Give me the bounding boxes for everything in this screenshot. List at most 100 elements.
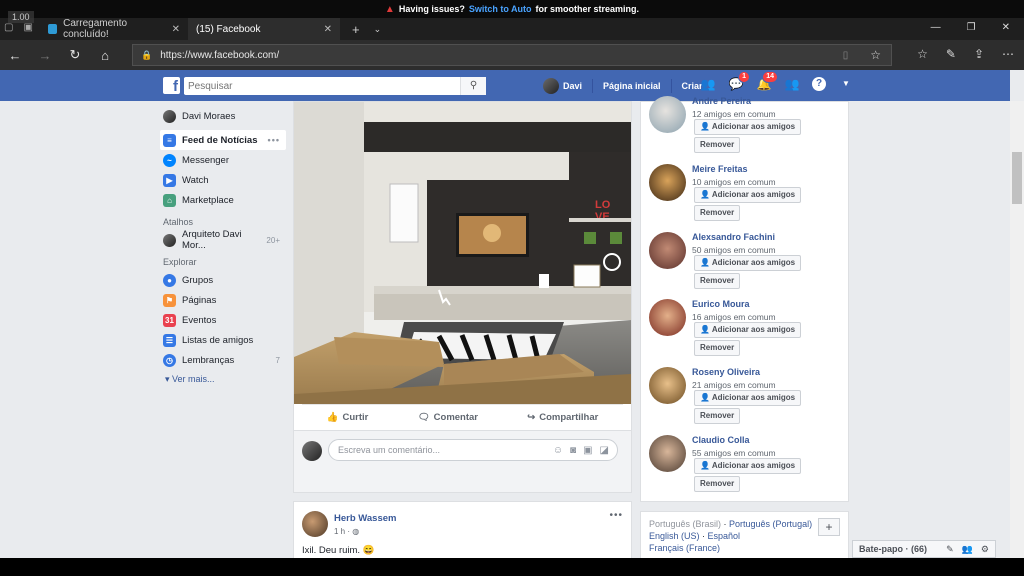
new-group-icon[interactable]: 👥: [962, 544, 973, 555]
home-icon[interactable]: ⌂: [90, 48, 120, 63]
sidebar-item-messenger[interactable]: ~ Messenger: [160, 150, 286, 170]
language-link[interactable]: Português (Portugal): [729, 519, 812, 529]
scrollbar-thumb[interactable]: [1012, 152, 1022, 204]
avatar[interactable]: [649, 232, 686, 269]
suggestion-name[interactable]: Roseny Oliveira: [692, 367, 760, 377]
refresh-icon[interactable]: ↻: [60, 47, 90, 63]
close-tab-icon[interactable]: ✕: [172, 24, 180, 35]
gif-icon[interactable]: ▣: [583, 445, 592, 456]
language-link[interactable]: English (US): [649, 531, 700, 541]
like-button[interactable]: 👍 Curtir: [327, 412, 369, 423]
browser-tab-active[interactable]: f (15) Facebook ✕: [0, 18, 340, 98]
reading-view-icon[interactable]: ▯: [843, 50, 849, 61]
add-friend-button[interactable]: 👤 Adicionar aos amigos: [694, 390, 802, 406]
add-friend-label: Adicionar aos amigos: [711, 461, 796, 470]
sidebar-item-shortcut[interactable]: Arquiteto Davi Mor... 20+: [160, 229, 286, 251]
sidebar-item-memories[interactable]: ◷ Lembranças 7: [160, 350, 286, 370]
avatar[interactable]: [543, 78, 559, 94]
add-language-button[interactable]: +: [818, 518, 840, 536]
pen-icon[interactable]: ✎: [946, 47, 956, 61]
more-options-icon[interactable]: •••: [609, 510, 623, 521]
minimize-icon[interactable]: —: [931, 22, 941, 33]
share-icon[interactable]: ⇪: [974, 47, 984, 61]
comment-input[interactable]: Escreva um comentário... ☺ ◙ ▣ ◪: [328, 439, 618, 461]
search-icon[interactable]: ⚲: [460, 77, 486, 95]
facebook-logo[interactable]: f: [163, 77, 180, 94]
remove-button[interactable]: Remover: [694, 340, 741, 356]
remove-button[interactable]: Remover: [694, 205, 741, 221]
url-field[interactable]: 🔒 https://www.facebook.com/ ▯ ☆: [132, 44, 892, 66]
notifications-icon[interactable]: 🔔 14: [756, 71, 778, 92]
switch-to-auto-link[interactable]: Switch to Auto: [469, 4, 532, 14]
remove-button[interactable]: Remover: [694, 476, 741, 492]
favorites-hub-icon[interactable]: ☆: [917, 47, 928, 61]
help-icon[interactable]: ?: [812, 77, 826, 91]
see-more-link[interactable]: ▾ Ver mais...: [160, 370, 286, 388]
page-scrollbar[interactable]: [1010, 101, 1024, 558]
add-friend-button[interactable]: 👤 Adicionar aos amigos: [694, 458, 802, 474]
remove-button[interactable]: Remover: [694, 408, 741, 424]
sidebar-item-marketplace[interactable]: ⌂ Marketplace: [160, 190, 286, 210]
sidebar-item-groups[interactable]: ● Grupos: [160, 270, 286, 290]
forward-arrow-icon[interactable]: →: [30, 48, 60, 63]
messenger-icon[interactable]: 💬 1: [728, 71, 750, 92]
sticker-icon[interactable]: ◪: [600, 445, 609, 456]
chat-bar[interactable]: Bate-papo · (66) ✎ 👥 ⚙: [852, 540, 996, 558]
avatar[interactable]: [649, 367, 686, 404]
close-tab-icon[interactable]: ✕: [324, 24, 332, 35]
new-tab-button[interactable]: +: [352, 22, 360, 37]
profile-link[interactable]: Davi Moraes: [160, 106, 286, 126]
maximize-icon[interactable]: ❐: [967, 22, 976, 33]
more-options-icon[interactable]: •••: [268, 135, 280, 145]
close-window-icon[interactable]: ✕: [1002, 22, 1010, 33]
sidebar-item-pages[interactable]: ⚑ Páginas: [160, 290, 286, 310]
suggestion-name[interactable]: Andre Pereira: [692, 96, 751, 106]
home-link[interactable]: Página inicial: [603, 81, 661, 91]
camera-icon[interactable]: ◙: [570, 445, 576, 456]
post-image[interactable]: LO VE: [294, 102, 631, 404]
sidebar-item-events[interactable]: 31 Eventos: [160, 310, 286, 330]
tab-preview-icon[interactable]: ▣: [23, 22, 32, 33]
sidebar-item-friend-lists[interactable]: ☰ Listas de amigos: [160, 330, 286, 350]
share-label: Compartilhar: [539, 412, 599, 423]
gear-icon[interactable]: ⚙: [981, 544, 989, 555]
remove-button[interactable]: Remover: [694, 137, 741, 153]
profile-link[interactable]: Davi: [563, 81, 582, 91]
suggestion-name[interactable]: Eurico Moura: [692, 299, 750, 309]
account-menu-chevron-icon[interactable]: ▼: [838, 76, 854, 92]
avatar[interactable]: [302, 511, 328, 537]
sidebar-item-watch[interactable]: ▶ Watch: [160, 170, 286, 190]
avatar[interactable]: [649, 435, 686, 472]
share-button[interactable]: ↪ Compartilhar: [527, 412, 598, 423]
add-friend-button[interactable]: 👤 Adicionar aos amigos: [694, 322, 802, 338]
search-input[interactable]: [184, 78, 460, 94]
sidebar-item-news-feed[interactable]: ≡ Feed de Notícias •••: [160, 130, 286, 150]
remove-button[interactable]: Remover: [694, 273, 741, 289]
add-friend-button[interactable]: 👤 Adicionar aos amigos: [694, 255, 802, 271]
avatar[interactable]: [649, 96, 686, 133]
post-time[interactable]: 1 h · ◍: [334, 527, 359, 536]
tab-set-aside-icon[interactable]: ▢: [4, 22, 13, 33]
suggestion-name[interactable]: Claudio Colla: [692, 435, 750, 445]
language-link[interactable]: Français (France): [649, 543, 720, 553]
favorite-star-icon[interactable]: ☆: [870, 48, 881, 62]
suggestion-name[interactable]: Alexsandro Fachini: [692, 232, 775, 242]
suggestion-name[interactable]: Meire Freitas: [692, 164, 748, 174]
more-menu-icon[interactable]: ⋯: [1002, 47, 1014, 61]
language-link[interactable]: Español: [708, 531, 741, 541]
avatar[interactable]: [649, 164, 686, 201]
avatar[interactable]: [649, 299, 686, 336]
back-arrow-icon[interactable]: ←: [0, 48, 30, 63]
friend-requests-icon[interactable]: 👥: [700, 76, 716, 92]
post-author[interactable]: Herb Wassem: [334, 513, 396, 524]
add-friend-button[interactable]: 👤 Adicionar aos amigos: [694, 187, 802, 203]
quick-help-icon[interactable]: 👥: [784, 76, 800, 92]
browser-tab-bar: Carregamento concluído! ✕ f (15) Faceboo…: [0, 18, 1024, 98]
browser-tab-inactive[interactable]: Carregamento concluído! ✕: [40, 18, 188, 40]
new-message-icon[interactable]: ✎: [946, 544, 954, 555]
add-friend-button[interactable]: 👤 Adicionar aos amigos: [694, 119, 802, 135]
tab-list-chevron-icon[interactable]: ⌄: [374, 24, 382, 35]
comment-button[interactable]: 🗨 Comentar: [418, 412, 478, 423]
emoji-icon[interactable]: ☺: [553, 445, 563, 456]
post-card: Herb Wassem 1 h · ◍ ••• Ixil. Deu ruim. …: [293, 501, 632, 558]
